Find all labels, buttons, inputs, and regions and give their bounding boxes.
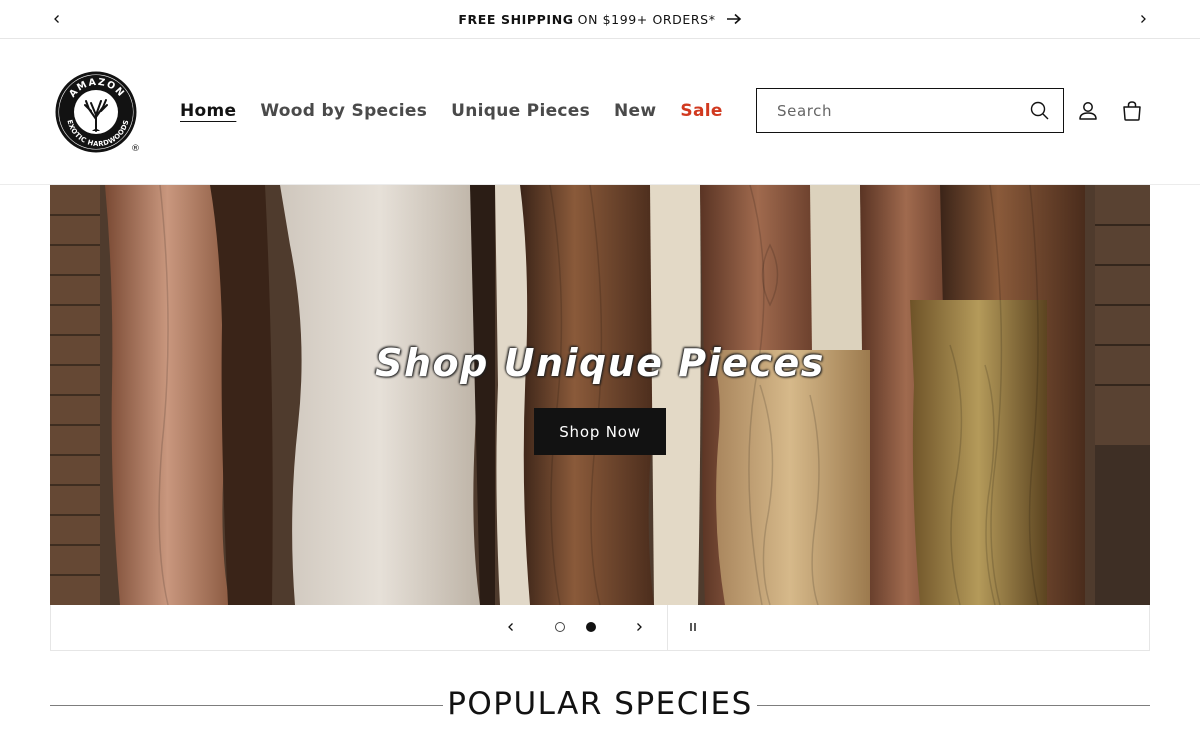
cart-button[interactable] (1120, 99, 1144, 123)
pause-icon (690, 623, 696, 631)
controls-divider (667, 605, 668, 650)
main-nav: Home Wood by Species Unique Pieces New S… (180, 101, 747, 121)
chevron-right-icon (637, 623, 642, 631)
search-button[interactable] (1029, 100, 1051, 122)
slideshow-pause-button[interactable] (683, 617, 703, 637)
slide-dot-1[interactable] (555, 622, 565, 632)
cart-icon (1123, 101, 1141, 121)
account-button[interactable] (1076, 99, 1100, 123)
nav-new[interactable]: New (614, 101, 656, 121)
hero-slideshow: Shop Unique Pieces Shop Now (50, 185, 1150, 605)
slide-next-button[interactable] (629, 617, 649, 637)
logo-emblem: AMAZON EXOTIC HARDWOODS ® (55, 71, 140, 154)
account-icon (1079, 102, 1097, 120)
nav-sale[interactable]: Sale (680, 101, 722, 121)
announcement-bar: FREE SHIPPING ON $199+ ORDERS* (0, 0, 1200, 39)
nav-unique-pieces[interactable]: Unique Pieces (451, 101, 590, 121)
search-box (756, 88, 1064, 133)
slide-dot-2[interactable] (586, 622, 596, 632)
announcement-rest: ON $199+ ORDERS* (577, 11, 716, 27)
arrow-right-icon (726, 13, 741, 25)
slide-prev-button[interactable] (501, 617, 521, 637)
shop-now-button[interactable]: Shop Now (534, 408, 666, 455)
announcement-link[interactable]: FREE SHIPPING ON $199+ ORDERS* (458, 12, 741, 27)
nav-home[interactable]: Home (180, 101, 236, 121)
chevron-right-icon (1141, 15, 1146, 23)
chevron-left-icon (54, 15, 59, 23)
search-input[interactable] (757, 100, 1019, 121)
nav-wood-by-species[interactable]: Wood by Species (260, 101, 427, 121)
announcement-bold: FREE SHIPPING (458, 11, 574, 27)
hero-image (50, 185, 1150, 605)
search-icon (1030, 101, 1049, 120)
announcement-next-button[interactable] (1133, 9, 1153, 29)
logo[interactable]: AMAZON EXOTIC HARDWOODS ® (55, 71, 141, 157)
slider-controls (50, 605, 1150, 651)
section-title: POPULAR SPECIES (447, 686, 753, 722)
logo-registered-mark: ® (131, 144, 140, 154)
hero-heading: Shop Unique Pieces (375, 341, 825, 385)
site-header: AMAZON EXOTIC HARDWOODS ® Home Wood by S… (0, 39, 1200, 185)
section-rule-right (757, 705, 1150, 706)
announcement-prev-button[interactable] (47, 9, 67, 29)
chevron-left-icon (508, 623, 513, 631)
